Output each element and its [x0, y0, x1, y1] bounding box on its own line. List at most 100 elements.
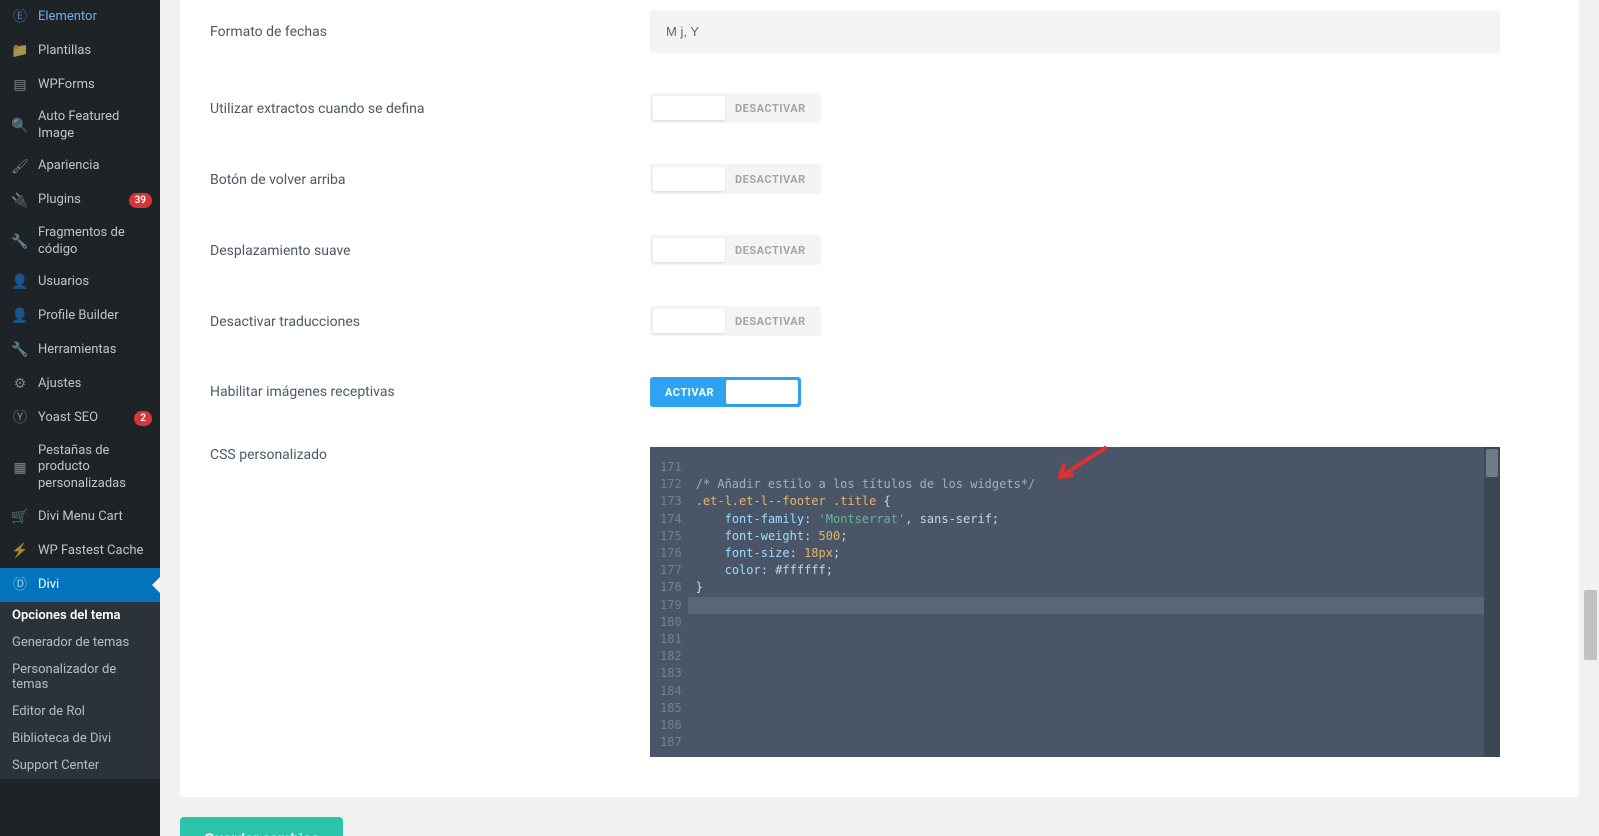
code-line: .et-l.et-l--footer .title { — [688, 493, 1500, 510]
sidebar-item-herramientas[interactable]: 🔧 Herramientas — [0, 334, 160, 368]
sidebar-item-auto-featured-image[interactable]: 🔍Auto Featured Image — [0, 102, 160, 150]
code-line — [688, 734, 1500, 751]
sidebar-item-label: Pestañas de producto personalizadas — [38, 443, 152, 494]
toggle-on-label: ACTIVAR — [653, 386, 726, 399]
toggle-off-label: DESACTIVAR — [735, 173, 818, 186]
smooth-scroll-label: Desplazamiento suave — [210, 243, 650, 259]
main-content: Formato de fechas Utilizar extractos cua… — [160, 0, 1599, 836]
submenu-item[interactable]: Editor de Rol — [0, 698, 160, 725]
sidebar-item-yoast-seo[interactable]: Ⓨ Yoast SEO 2 — [0, 402, 160, 436]
disable-translations-label: Desactivar traducciones — [210, 314, 650, 330]
code-line — [688, 700, 1500, 717]
code-line — [688, 459, 1500, 476]
folder-icon: 📁 — [10, 41, 30, 61]
sidebar-item-label: Ajustes — [38, 376, 152, 393]
badge: 39 — [129, 193, 152, 208]
Y-icon: Ⓨ — [10, 409, 30, 429]
sidebar-item-plantillas[interactable]: 📁 Plantillas — [0, 34, 160, 68]
form-icon: ▤ — [10, 75, 30, 95]
sidebar-item-divi[interactable]: Ⓓ Divi — [0, 568, 160, 602]
sidebar-item-fragmentos-de-código[interactable]: 🔧Fragmentos de código — [0, 218, 160, 266]
code-content[interactable]: /* Añadir estilo a los títulos de los wi… — [688, 447, 1500, 757]
custom-css-label: CSS personalizado — [210, 447, 650, 463]
E-icon: Ⓔ — [10, 7, 30, 27]
date-format-label: Formato de fechas — [210, 24, 650, 40]
settings-panel: Formato de fechas Utilizar extractos cua… — [180, 0, 1579, 797]
sidebar-item-label: Yoast SEO — [38, 410, 130, 427]
sidebar-item-plugins[interactable]: 🔌 Plugins 39 — [0, 184, 160, 218]
sidebar-item-profile-builder[interactable]: 👤Profile Builder — [0, 300, 160, 334]
sidebar-item-pestañas-de-producto-personalizadas[interactable]: ▦Pestañas de producto personalizadas — [0, 436, 160, 501]
person-icon: 👤 — [10, 307, 30, 327]
code-line: font-weight: 500; — [688, 528, 1500, 545]
code-line: color: #ffffff; — [688, 562, 1500, 579]
sidebar-item-usuarios[interactable]: 👤 Usuarios — [0, 266, 160, 300]
date-format-input[interactable] — [650, 10, 1500, 53]
sidebar-item-label: Divi Menu Cart — [38, 509, 152, 526]
sidebar-item-label: Herramientas — [38, 342, 152, 359]
sidebar-item-label: Divi — [38, 577, 152, 594]
code-line — [688, 597, 1500, 614]
editor-scrollbar[interactable] — [1484, 447, 1500, 757]
back-top-label: Botón de volver arriba — [210, 172, 650, 188]
smooth-scroll-toggle[interactable]: DESACTIVAR — [650, 235, 821, 265]
code-line — [688, 683, 1500, 700]
sidebar-item-label: WP Fastest Cache — [38, 543, 152, 560]
sidebar-item-wp-fastest-cache[interactable]: ⚡WP Fastest Cache — [0, 534, 160, 568]
save-button[interactable]: Guardar cambios — [180, 817, 343, 836]
disable-translations-toggle[interactable]: DESACTIVAR — [650, 306, 821, 336]
sidebar-item-apariencia[interactable]: 🖌 Apariencia — [0, 150, 160, 184]
code-line: /* Añadir estilo a los títulos de los wi… — [688, 476, 1500, 493]
responsive-images-label: Habilitar imágenes receptivas — [210, 384, 650, 400]
code-line: font-size: 18px; — [688, 545, 1500, 562]
code-line — [688, 717, 1500, 734]
excerpts-toggle[interactable]: DESACTIVAR — [650, 93, 821, 123]
sidebar-item-divi-menu-cart[interactable]: 🛒 Divi Menu Cart — [0, 500, 160, 534]
code-line — [688, 665, 1500, 682]
back-top-toggle[interactable]: DESACTIVAR — [650, 164, 821, 194]
D-icon: Ⓓ — [10, 575, 30, 595]
submenu-item[interactable]: Generador de temas — [0, 629, 160, 656]
toggle-handle — [653, 96, 725, 120]
code-gutter: 1711721731741751761771781791801811821831… — [650, 447, 688, 757]
submenu-item[interactable]: Support Center — [0, 752, 160, 779]
code-line — [688, 614, 1500, 631]
toggle-handle — [653, 167, 725, 191]
plugin-icon: 🔌 — [10, 191, 30, 211]
scrollbar-thumb[interactable] — [1486, 449, 1498, 477]
divi-submenu: Opciones del temaGenerador de temasPerso… — [0, 602, 160, 779]
sidebar-item-label: Elementor — [38, 9, 152, 26]
sliders-icon: ⚙ — [10, 375, 30, 395]
code-line — [688, 648, 1500, 665]
submenu-item[interactable]: Personalizador de temas — [0, 656, 160, 698]
wrench-icon: 🔧 — [10, 232, 30, 252]
tool-icon: 🔧 — [10, 341, 30, 361]
submenu-item[interactable]: Opciones del tema — [0, 602, 160, 629]
submenu-item[interactable]: Biblioteca de Divi — [0, 725, 160, 752]
toggle-handle — [726, 380, 798, 404]
custom-css-editor[interactable]: 1711721731741751761771781791801811821831… — [650, 447, 1500, 757]
sidebar-item-wpforms[interactable]: ▤ WPForms — [0, 68, 160, 102]
brush-icon: 🖌 — [10, 157, 30, 177]
sidebar-item-label: Usuarios — [38, 274, 152, 291]
code-line: } — [688, 579, 1500, 596]
toggle-off-label: DESACTIVAR — [735, 315, 818, 328]
badge: 2 — [134, 411, 152, 426]
sidebar-item-label: Plantillas — [38, 43, 152, 60]
sidebar-item-label: Apariencia — [38, 158, 152, 175]
sidebar-item-label: WPForms — [38, 77, 152, 94]
admin-sidebar: Ⓔ Elementor 📁 Plantillas ▤ WPForms 🔍Auto Featu… — [0, 0, 160, 836]
toggle-off-label: DESACTIVAR — [735, 244, 818, 257]
cart-icon: 🛒 — [10, 507, 30, 527]
sidebar-item-ajustes[interactable]: ⚙ Ajustes — [0, 368, 160, 402]
page-scrollbar[interactable] — [1582, 0, 1599, 836]
sidebar-item-label: Plugins — [38, 192, 125, 209]
toggle-off-label: DESACTIVAR — [735, 102, 818, 115]
responsive-images-toggle[interactable]: ACTIVAR — [650, 377, 801, 407]
search-icon: 🔍 — [10, 116, 30, 136]
user-icon: 👤 — [10, 273, 30, 293]
toggle-handle — [653, 309, 725, 333]
page-scrollbar-thumb[interactable] — [1584, 590, 1597, 660]
excerpts-label: Utilizar extractos cuando se defina — [210, 101, 650, 117]
sidebar-item-elementor[interactable]: Ⓔ Elementor — [0, 0, 160, 34]
